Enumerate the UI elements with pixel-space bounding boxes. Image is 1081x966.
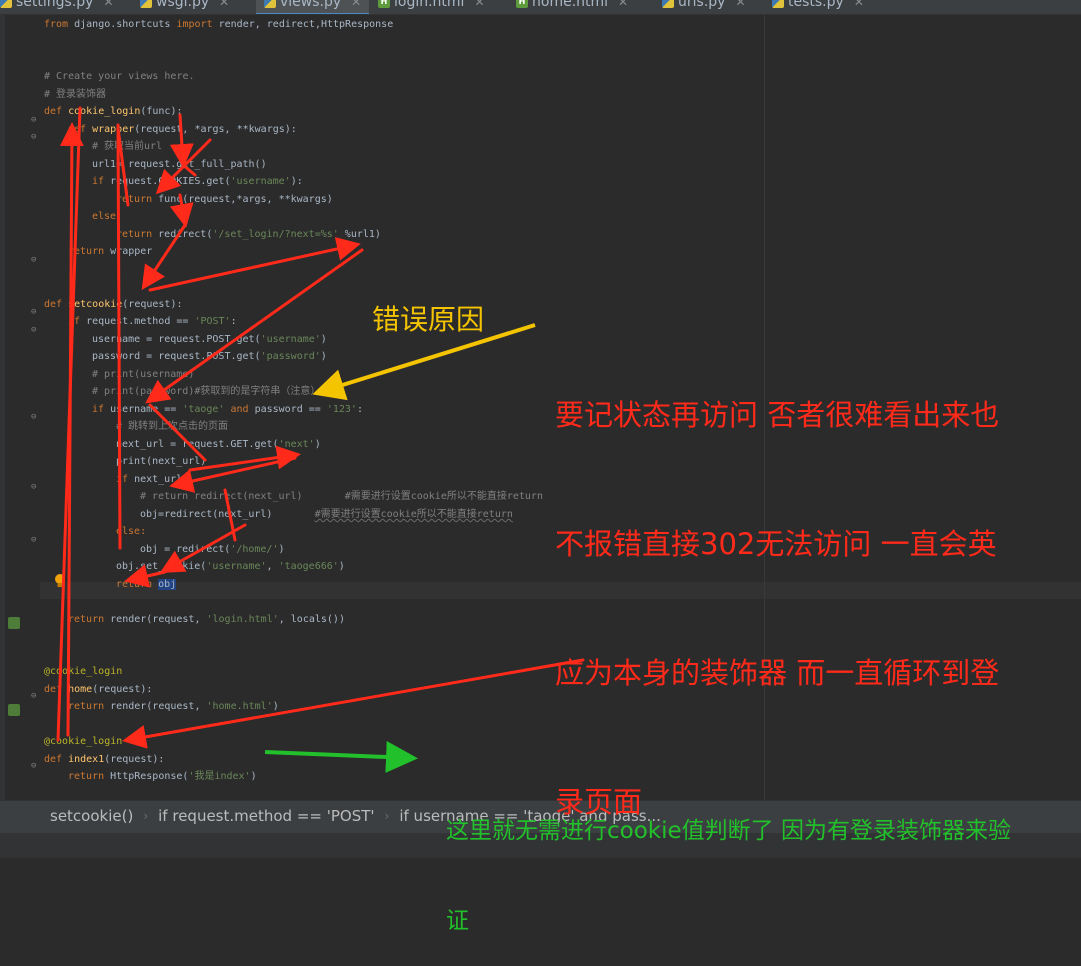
code-line-24: # 跳转到上次点击的页面 [116, 421, 229, 432]
python-file-icon [264, 0, 276, 8]
tab-label: settings.py [16, 0, 94, 10]
code-line-19: username = request.POST.get('username') [92, 334, 327, 345]
chevron-right-icon: › [384, 809, 390, 823]
close-icon[interactable]: ✕ [219, 0, 229, 9]
code-line-17: def setcookie(request): [44, 299, 183, 310]
tab-label: tests.py [788, 0, 844, 10]
code-line-20: password = request.POST.get('password') [92, 351, 327, 362]
annotation-line: 不报错直接302无法访问 一直会英 [555, 527, 997, 561]
code-line-39: def home(request): [44, 684, 153, 695]
code-line-4: # Create your views here. [44, 71, 195, 82]
tab-login-html[interactable]: Hlogin.html ✕ [378, 0, 485, 13]
fold-icon[interactable]: ⊖ [31, 115, 41, 125]
tab-home-html[interactable]: Hhome.html ✕ [516, 0, 628, 13]
code-line-35: return render(request, 'login.html', loc… [68, 614, 345, 625]
editor-tab-bar: settings.py ✕ wsgi.py ✕ views.py ✕ Hlogin.h… [0, 0, 1081, 15]
code-line-44: return HttpResponse('我是index') [68, 771, 257, 782]
chevron-right-icon: › [143, 809, 149, 823]
annotation-green-note: 这里就无需进行cookie值判断了 因为有登录装饰器来验 证 [446, 756, 1011, 966]
close-icon[interactable]: ✕ [735, 0, 745, 9]
code-line-28: # return redirect(next_url) #需要进行设置cooki… [140, 491, 543, 502]
tab-urls-py[interactable]: urls.py ✕ [662, 0, 746, 13]
close-icon[interactable]: ✕ [103, 0, 113, 9]
code-line-29: obj=redirect(next_url) #需要进行设置cookie所以不能… [140, 509, 513, 520]
code-line-8: # 获取当前url [92, 141, 163, 152]
close-icon[interactable]: ✕ [854, 0, 864, 9]
code-line-40: return render(request, 'home.html') [68, 701, 279, 712]
code-line-5: # 登录装饰器 [44, 89, 107, 100]
code-line-25: next_url = request.GET.get('next') [116, 439, 321, 450]
python-file-icon [140, 0, 152, 8]
code-line-11: return func(request,*args, **kwargs) [116, 194, 333, 205]
python-file-icon [0, 0, 12, 8]
close-icon[interactable]: ✕ [351, 0, 361, 9]
code-line-1: from django.shortcuts import render, red… [44, 19, 394, 30]
breadcrumb-item[interactable]: if request.method == 'POST' [158, 807, 374, 825]
annotation-line: 要记状态再访问 否者很难看出来也 [555, 398, 1000, 432]
tab-label: views.py [280, 0, 342, 10]
code-line-14: return wrapper [68, 246, 153, 257]
lightbulb-icon[interactable] [54, 573, 66, 589]
tab-tests-py[interactable]: tests.py ✕ [772, 0, 864, 13]
python-file-icon [662, 0, 674, 8]
annotation-line: 应为本身的装饰器 而一直循环到登 [555, 656, 1000, 690]
fold-icon[interactable]: ⊖ [31, 535, 41, 545]
code-line-32: obj.set_cookie('username', 'taoge666') [116, 561, 345, 572]
html-file-icon: H [378, 0, 390, 8]
fold-icon[interactable]: ⊖ [31, 412, 41, 422]
code-line-30: else: [116, 526, 147, 537]
tab-label: wsgi.py [156, 0, 210, 10]
tab-wsgi-py[interactable]: wsgi.py ✕ [140, 0, 229, 13]
code-line-10: if request.COOKIES.get('username'): [92, 176, 303, 187]
fold-icon[interactable]: ⊖ [31, 307, 41, 317]
code-line-31: obj = redirect('/home/') [140, 544, 285, 555]
run-gutter-icon[interactable] [8, 617, 20, 629]
code-line-26: print(next_url) [116, 456, 207, 467]
code-line-9: url1= request.get_full_path() [92, 159, 267, 170]
fold-icon[interactable]: ⊖ [31, 255, 41, 265]
tab-views-py[interactable]: views.py ✕ [256, 0, 370, 14]
code-line-13: return redirect('/set_login/?next=%s' %u… [116, 229, 381, 240]
code-line-18: if request.method == 'POST': [68, 316, 237, 327]
code-line-7: def wrapper(request, *args, **kwargs): [68, 124, 297, 135]
annotation-line: 这里就无需进行cookie值判断了 因为有登录装饰器来验 [446, 818, 1011, 844]
close-icon[interactable]: ✕ [618, 0, 628, 9]
code-line-43: def index1(request): [44, 754, 165, 765]
code-line-23: if username == 'taoge' and password == '… [92, 404, 363, 415]
annotation-error-reason: 错误原因 [372, 303, 485, 336]
annotation-line: 证 [446, 908, 469, 934]
html-file-icon: H [516, 0, 528, 8]
code-line-21: # print(username) [92, 369, 195, 380]
tab-label: urls.py [678, 0, 726, 10]
tab-settings-py[interactable]: settings.py ✕ [0, 0, 114, 13]
python-file-icon [772, 0, 784, 8]
code-line-38: @cookie_login [44, 666, 123, 677]
run-gutter-icon[interactable] [8, 704, 20, 716]
code-line-12: else: [92, 211, 123, 222]
tab-label: login.html [394, 0, 465, 10]
fold-icon[interactable]: ⊖ [31, 325, 41, 335]
code-line-42: @cookie_login [44, 736, 123, 747]
code-line-22: # print(password)#获取到的是字符串（注意） [92, 386, 321, 397]
breadcrumb-item[interactable]: setcookie() [50, 807, 133, 825]
fold-icon[interactable]: ⊖ [31, 761, 41, 771]
close-icon[interactable]: ✕ [474, 0, 484, 9]
fold-icon[interactable]: ⊖ [31, 132, 41, 142]
fold-icon[interactable]: ⊖ [31, 691, 41, 701]
code-line-6: def cookie_login(func): [44, 106, 183, 117]
code-line-27: if next_url: [116, 474, 189, 485]
code-line-33: return obj [116, 579, 177, 590]
tab-label: home.html [532, 0, 609, 10]
fold-icon[interactable]: ⊖ [31, 482, 41, 492]
